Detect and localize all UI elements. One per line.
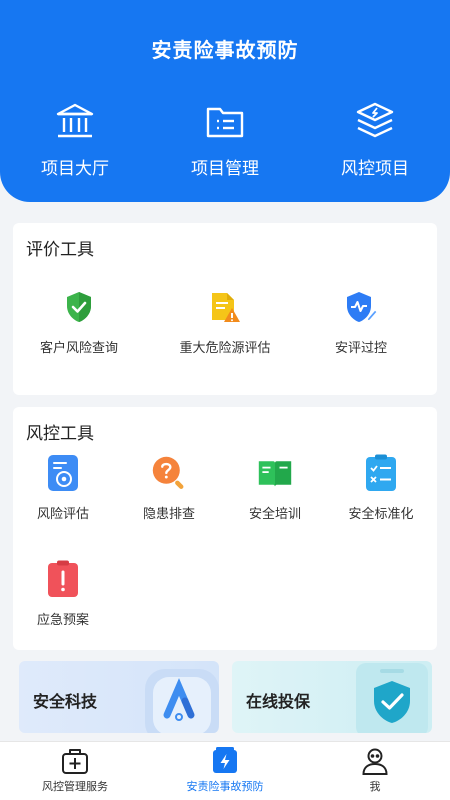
nav-label: 项目管理: [191, 159, 259, 179]
tool-label: 安评过控: [334, 341, 387, 356]
battery-bolt-icon: [213, 747, 237, 773]
bottom-tab-bar: 风控管理服务 安责险事故预防 我: [0, 741, 450, 800]
nav-label: 项目大厅: [41, 159, 109, 179]
tab-accident-prevention[interactable]: 安责险事故预防: [150, 742, 300, 800]
tool-risk-assessment[interactable]: 风险评估: [23, 455, 103, 522]
checklist-icon: [366, 454, 396, 491]
document-warning-icon: [212, 293, 240, 322]
book-icon: [258, 461, 292, 487]
nav-item-risk-projects[interactable]: 风控项目: [300, 100, 450, 179]
tab-label: 安责险事故预防: [186, 780, 264, 793]
folder-list-icon: [206, 107, 244, 138]
banner-label: 安全科技: [33, 692, 98, 711]
evaluation-tools-card: 评价工具 客户风险查询 重大危险源评估 安评过控: [13, 223, 437, 395]
layers-icon: [356, 102, 394, 138]
shield-check-icon: [67, 292, 91, 322]
shield-pulse-icon: [347, 292, 378, 322]
tool-safety-training[interactable]: 安全培训: [235, 455, 315, 522]
nav-item-project-management[interactable]: 项目管理: [150, 100, 300, 179]
tool-label: 风险评估: [36, 507, 89, 522]
tool-safety-evaluation-control[interactable]: 安评过控: [311, 289, 411, 356]
header: 安责险事故预防 项目大厅 项目管理 风控项目: [0, 0, 450, 202]
tool-emergency-plan[interactable]: 应急预案: [23, 560, 103, 628]
user-icon: [362, 748, 388, 775]
tool-customer-risk-query[interactable]: 客户风险查询: [27, 289, 131, 356]
nav-item-project-hall[interactable]: 项目大厅: [0, 100, 150, 179]
shield-check-icon: [356, 663, 428, 733]
tab-label: 风控管理服务: [42, 780, 108, 793]
risk-tools-card: 风控工具 风险评估 隐患排查 安全培训 安全标准化 应急预案: [13, 407, 437, 650]
tab-risk-management-service[interactable]: 风控管理服务: [0, 742, 150, 800]
banner-label: 在线投保: [246, 692, 311, 711]
tech-logo-icon: [145, 669, 219, 733]
question-search-icon: [152, 456, 184, 489]
nav-label: 风控项目: [341, 159, 409, 179]
tool-safety-standardization[interactable]: 安全标准化: [336, 454, 426, 522]
banner-online-insurance[interactable]: 在线投保: [232, 661, 432, 733]
tool-label: 客户风险查询: [39, 341, 118, 356]
tool-label: 隐患排查: [142, 507, 195, 522]
medkit-icon: [62, 749, 88, 774]
tool-label: 安全培训: [248, 507, 301, 522]
clipboard-alert-icon: [48, 560, 78, 597]
tool-hazard-inspection[interactable]: 隐患排查: [129, 455, 209, 522]
tab-label: 我: [369, 780, 381, 793]
page-title: 安责险事故预防: [151, 38, 299, 62]
risk-assessment-icon: [48, 455, 78, 491]
section-title: 评价工具: [26, 240, 94, 260]
tool-label: 应急预案: [36, 613, 89, 628]
banner-safety-tech[interactable]: 安全科技: [19, 661, 219, 733]
tab-me[interactable]: 我: [300, 742, 450, 800]
tool-label: 重大危险源评估: [179, 341, 271, 356]
tool-label: 安全标准化: [348, 507, 414, 522]
hall-icon: [56, 103, 94, 138]
section-title: 风控工具: [26, 424, 94, 444]
top-nav: 项目大厅 项目管理 风控项目: [0, 100, 450, 179]
tool-major-hazard-assessment[interactable]: 重大危险源评估: [165, 289, 285, 356]
